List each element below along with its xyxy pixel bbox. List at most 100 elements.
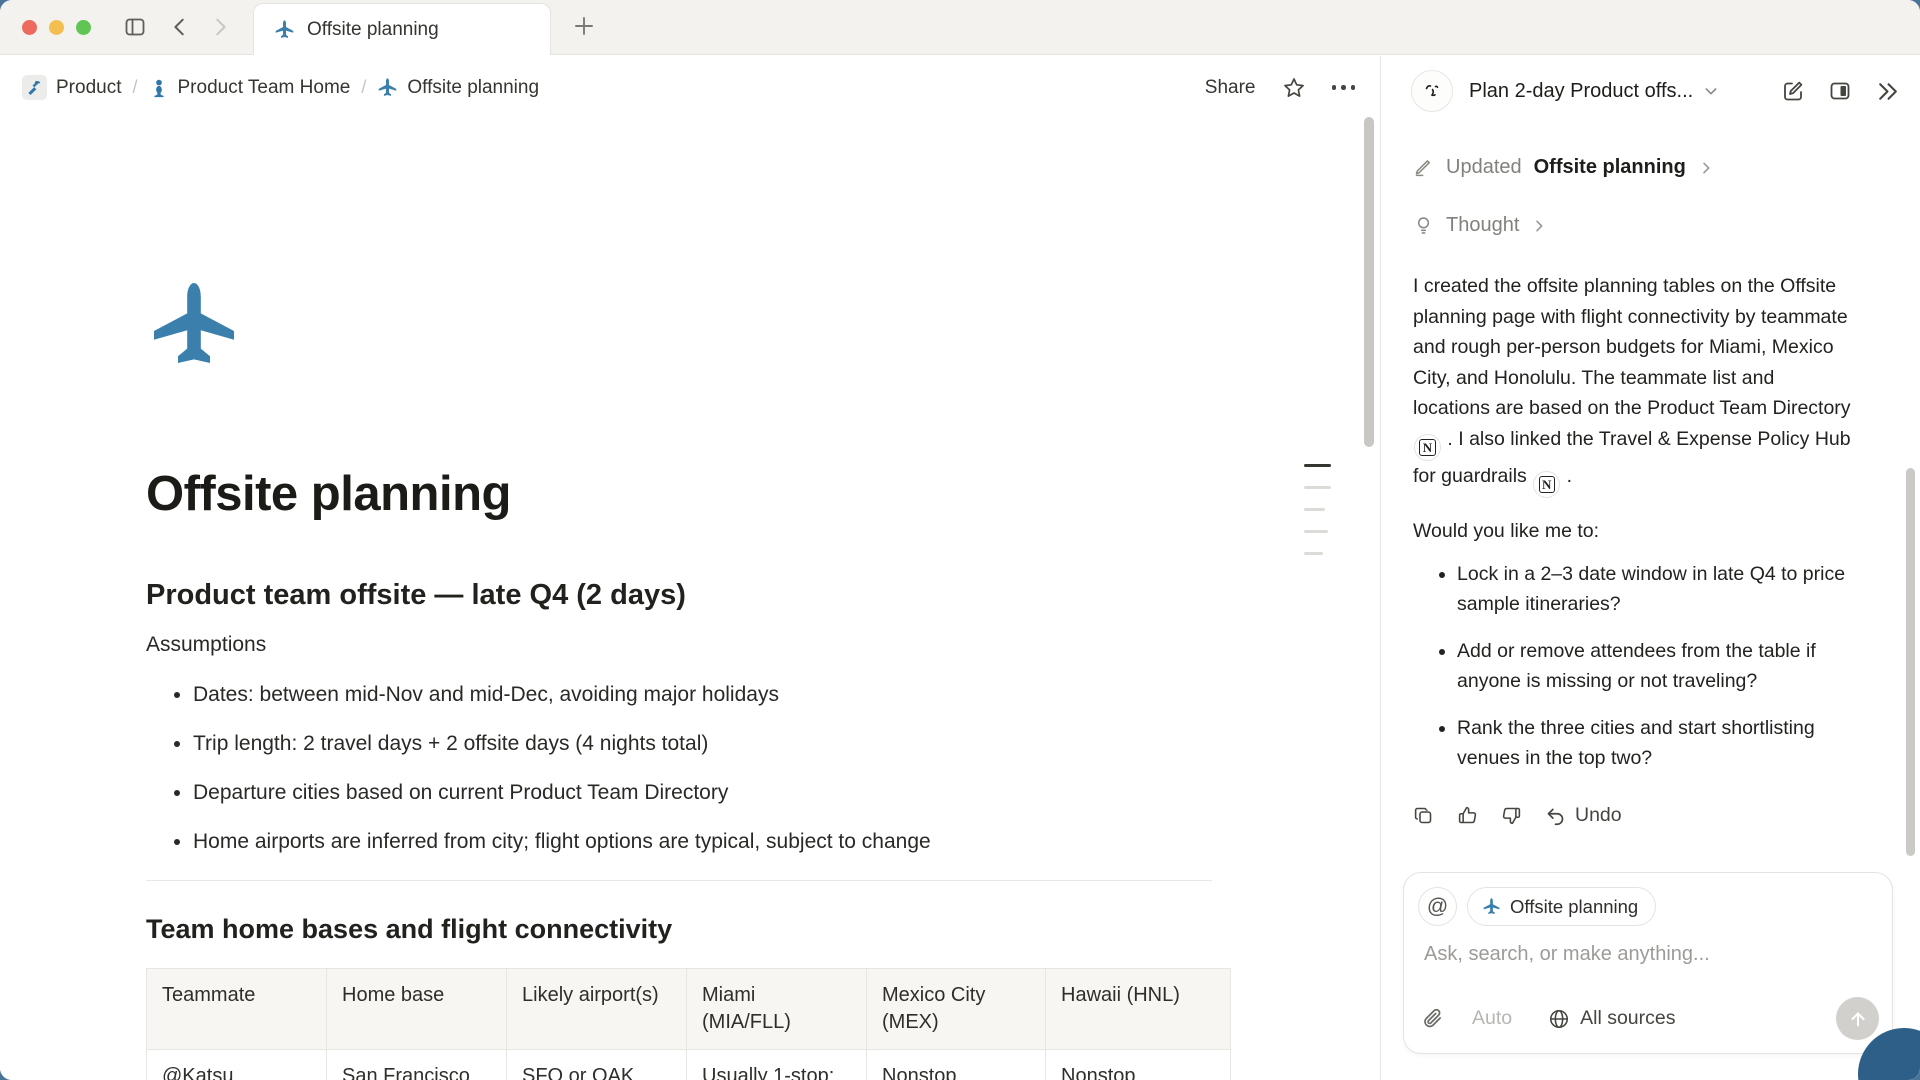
- message-text: I created the offsite planning tables on…: [1413, 275, 1851, 419]
- list-item: Trip length: 2 travel days + 2 offsite d…: [193, 731, 1230, 757]
- breadcrumb-item-product[interactable]: Product: [22, 75, 121, 100]
- sources-label: All sources: [1580, 1007, 1675, 1030]
- context-chip-offsite-planning[interactable]: Offsite planning: [1467, 887, 1656, 926]
- table-cell[interactable]: Usually 1-stop:: [687, 1050, 867, 1080]
- suggestion-item: Lock in a 2–3 date window in late Q4 to …: [1457, 559, 1856, 620]
- table-of-contents-indicator[interactable]: [1304, 464, 1331, 574]
- new-tab-icon[interactable]: [572, 14, 596, 38]
- table-cell[interactable]: SFO or OAK: [507, 1050, 687, 1080]
- star-icon[interactable]: [1282, 76, 1306, 100]
- table-cell[interactable]: Nonstop: [867, 1050, 1046, 1080]
- suggestion-item: Add or remove attendees from the table i…: [1457, 636, 1856, 697]
- lightbulb-icon: [1413, 215, 1434, 236]
- tab-title: Offsite planning: [307, 19, 439, 41]
- updated-page-link[interactable]: Offsite planning: [1534, 156, 1686, 179]
- suggestion-list: Lock in a 2–3 date window in late Q4 to …: [1413, 559, 1856, 774]
- column-header[interactable]: Hawaii (HNL): [1046, 969, 1231, 1050]
- column-header[interactable]: Teammate: [147, 969, 327, 1050]
- thought-row[interactable]: Thought: [1413, 214, 1856, 237]
- breadcrumb-bar: Product / Product Team Home /: [0, 56, 1379, 119]
- attachment-icon[interactable]: [1421, 1007, 1444, 1030]
- chevron-right-icon: [1531, 218, 1547, 234]
- chevron-right-icon: [1698, 160, 1714, 176]
- close-window-button[interactable]: [22, 20, 37, 35]
- panel-toggle-icon[interactable]: [1828, 79, 1852, 103]
- list-item: Departure cities based on current Produc…: [193, 780, 1230, 806]
- page-icon-airplane[interactable]: [146, 277, 1230, 378]
- column-header[interactable]: Likely airport(s): [507, 969, 687, 1050]
- breadcrumb: Product / Product Team Home /: [22, 75, 539, 100]
- message-text: .: [1561, 465, 1572, 487]
- person-icon: [149, 78, 169, 98]
- undo-button[interactable]: Undo: [1545, 804, 1622, 827]
- undo-icon: [1545, 805, 1566, 826]
- collapse-panel-icon[interactable]: [1875, 79, 1900, 104]
- section-heading: Product team offsite — late Q4 (2 days): [146, 579, 1230, 612]
- hammer-icon: [22, 75, 47, 100]
- assumptions-list: Dates: between mid-Nov and mid-Dec, avoi…: [146, 682, 1230, 855]
- table-cell[interactable]: San Francisco: [327, 1050, 507, 1080]
- list-item: Dates: between mid-Nov and mid-Dec, avoi…: [193, 682, 1230, 708]
- assistant-message: I created the offsite planning tables on…: [1413, 271, 1856, 498]
- globe-icon: [1548, 1008, 1570, 1030]
- suggestion-item: Rank the three cities and start shortlis…: [1457, 713, 1856, 774]
- breadcrumb-separator: /: [132, 77, 137, 98]
- ai-prompt-input[interactable]: [1422, 942, 1862, 967]
- page-title: Offsite planning: [146, 466, 1230, 522]
- list-item: Home airports are inferred from city; fl…: [193, 829, 1230, 855]
- table-row: @Katsu San Francisco SFO or OAK Usually …: [147, 1050, 1231, 1080]
- page-toolbar: Share: [1205, 76, 1355, 100]
- breadcrumb-item-offsite-planning[interactable]: Offsite planning: [377, 77, 539, 99]
- compose-icon[interactable]: [1781, 79, 1805, 103]
- sidebar-toggle-icon[interactable]: [123, 15, 147, 39]
- table-cell-teammate[interactable]: @Katsu: [147, 1050, 327, 1080]
- updated-label: Updated: [1446, 156, 1522, 179]
- window-controls: [22, 20, 91, 35]
- document-area: Offsite planning Product team offsite — …: [0, 119, 1379, 1080]
- chevron-down-icon[interactable]: [1703, 83, 1719, 99]
- ai-panel: Plan 2-day Product offs...: [1380, 56, 1920, 1080]
- minimize-window-button[interactable]: [49, 20, 64, 35]
- share-button[interactable]: Share: [1205, 77, 1256, 99]
- airplane-icon: [274, 19, 295, 40]
- breadcrumb-separator: /: [361, 77, 366, 98]
- thumbs-up-icon[interactable]: [1457, 805, 1478, 826]
- titlebar: Offsite planning: [0, 0, 1920, 55]
- updated-activity-row[interactable]: Updated Offsite planning: [1413, 156, 1856, 179]
- thumbs-down-icon[interactable]: [1501, 805, 1522, 826]
- ai-face-icon: [1411, 70, 1453, 112]
- forward-icon[interactable]: [209, 16, 231, 38]
- column-header[interactable]: Miami (MIA/FLL): [687, 969, 867, 1050]
- model-mode-selector[interactable]: Auto: [1472, 1007, 1512, 1030]
- panel-scrollbar[interactable]: [1906, 468, 1915, 856]
- column-header[interactable]: Home base: [327, 969, 507, 1050]
- pencil-icon: [1413, 157, 1434, 178]
- divider: [146, 880, 1212, 881]
- main-scrollbar[interactable]: [1364, 117, 1374, 447]
- section-heading: Team home bases and flight connectivity: [146, 914, 1230, 945]
- table-cell[interactable]: Nonstop: [1046, 1050, 1231, 1080]
- back-icon[interactable]: [169, 16, 191, 38]
- ai-panel-header: Plan 2-day Product offs...: [1381, 56, 1920, 112]
- airplane-icon: [377, 77, 398, 98]
- zoom-window-button[interactable]: [76, 20, 91, 35]
- ai-composer[interactable]: @ Offsite planning Auto: [1403, 872, 1893, 1054]
- notion-page-chip-icon[interactable]: N: [1414, 434, 1441, 461]
- send-button[interactable]: [1836, 997, 1879, 1040]
- arrow-up-icon: [1847, 1008, 1869, 1030]
- thought-label: Thought: [1446, 214, 1519, 237]
- sources-selector[interactable]: All sources: [1548, 1007, 1675, 1030]
- notion-page-chip-icon[interactable]: N: [1533, 471, 1560, 498]
- conversation-title[interactable]: Plan 2-day Product offs...: [1469, 80, 1693, 103]
- more-options-icon[interactable]: [1332, 85, 1356, 90]
- copy-icon[interactable]: [1413, 805, 1434, 826]
- breadcrumb-item-product-team-home[interactable]: Product Team Home: [149, 77, 351, 99]
- undo-label: Undo: [1575, 804, 1622, 827]
- mention-context-button[interactable]: @: [1418, 887, 1457, 926]
- message-text: . I also linked the Travel & Expense Pol…: [1413, 428, 1851, 487]
- app-window: Offsite planning Product /: [0, 0, 1920, 1080]
- table-header-row: Teammate Home base Likely airport(s) Mia…: [147, 969, 1231, 1050]
- column-header[interactable]: Mexico City (MEX): [867, 969, 1046, 1050]
- airplane-icon: [1482, 897, 1501, 916]
- tab-offsite-planning[interactable]: Offsite planning: [253, 3, 551, 55]
